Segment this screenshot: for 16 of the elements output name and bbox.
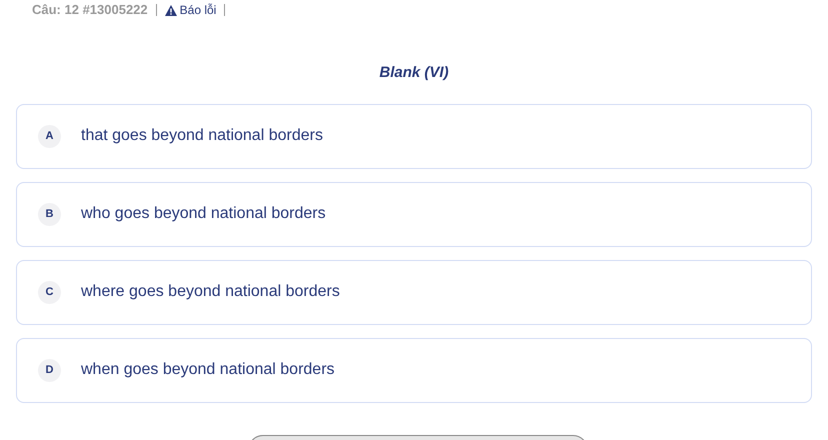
answer-option[interactable]: C where goes beyond national borders — [16, 260, 812, 324]
warning-icon — [164, 4, 177, 16]
report-link[interactable]: Báo lỗi — [164, 1, 216, 19]
question-prompt: Blank (VI) — [378, 63, 450, 83]
option-letter: C — [38, 280, 61, 304]
answer-option[interactable]: A that goes beyond national borders — [16, 104, 812, 168]
option-text: where goes beyond national borders — [81, 282, 340, 302]
option-letter: A — [38, 124, 61, 148]
option-text: who goes beyond national borders — [81, 204, 326, 224]
option-text: that goes beyond national borders — [81, 126, 323, 146]
option-text: when goes beyond national borders — [81, 360, 335, 380]
answer-option[interactable]: D when goes beyond national borders — [16, 338, 812, 402]
option-letter: B — [38, 202, 61, 226]
answer-option[interactable]: B who goes beyond national borders — [16, 182, 812, 246]
question-number: Câu: 12 #13005222 — [32, 1, 148, 20]
option-letter: D — [38, 358, 61, 382]
